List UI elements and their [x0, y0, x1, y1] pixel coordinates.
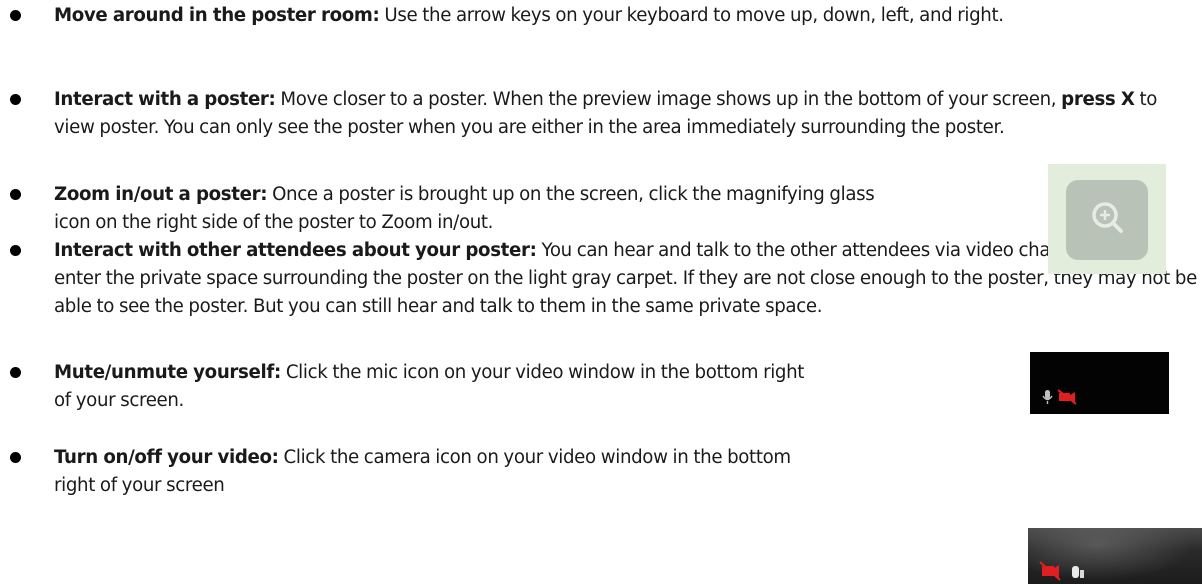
instruction-heading-attendees: Interact with other attendees about your…: [54, 240, 537, 261]
instruction-heading-video: Turn on/off your video:: [54, 447, 279, 468]
video-controls-graphic: [1039, 561, 1084, 581]
magnifier-plus-icon: [1092, 202, 1123, 233]
instruction-text-attendees: Interact with other attendees about your…: [54, 237, 1202, 321]
bullet-dot: [10, 10, 21, 21]
instruction-heading-zoom: Zoom in/out a poster:: [54, 184, 268, 205]
instruction-text-video: Turn on/off your video: Click the camera…: [54, 444, 814, 500]
instruction-text-interact: Interact with a poster: Move closer to a…: [54, 86, 1202, 142]
mic-icon: [1072, 566, 1084, 578]
zoom-button-screenshot: [1048, 164, 1166, 274]
video-controls-graphic: [1042, 389, 1077, 405]
instruction-heading-interact: Interact with a poster:: [54, 89, 276, 110]
zoom-button: [1066, 180, 1148, 260]
camera-off-icon: [1039, 561, 1061, 581]
bullet-dot: [10, 94, 21, 105]
instruction-body-interact-before: Move closer to a poster. When the previe…: [280, 89, 1057, 110]
instruction-heading-mute: Mute/unmute yourself:: [54, 362, 281, 383]
video-window-mute-screenshot: [1030, 352, 1169, 414]
bullet-dot: [10, 189, 21, 200]
mic-icon: [1042, 390, 1053, 404]
video-window-camera-screenshot: [1028, 528, 1202, 584]
instruction-text-move: Move around in the poster room: Use the …: [54, 2, 1202, 30]
instruction-document: Move around in the poster room: Use the …: [0, 0, 1202, 584]
bullet-dot: [10, 245, 21, 256]
instruction-text-zoom: Zoom in/out a poster: Once a poster is b…: [54, 181, 884, 237]
bullet-dot: [10, 367, 21, 378]
instruction-text-mute: Mute/unmute yourself: Click the mic icon…: [54, 359, 814, 415]
instruction-body-move: Use the arrow keys on your keyboard to m…: [384, 5, 1004, 26]
camera-off-icon: [1057, 389, 1077, 405]
bullet-dot: [10, 452, 21, 463]
instruction-heading-move: Move around in the poster room:: [54, 5, 380, 26]
key-hint-press-x: press X: [1061, 89, 1135, 110]
